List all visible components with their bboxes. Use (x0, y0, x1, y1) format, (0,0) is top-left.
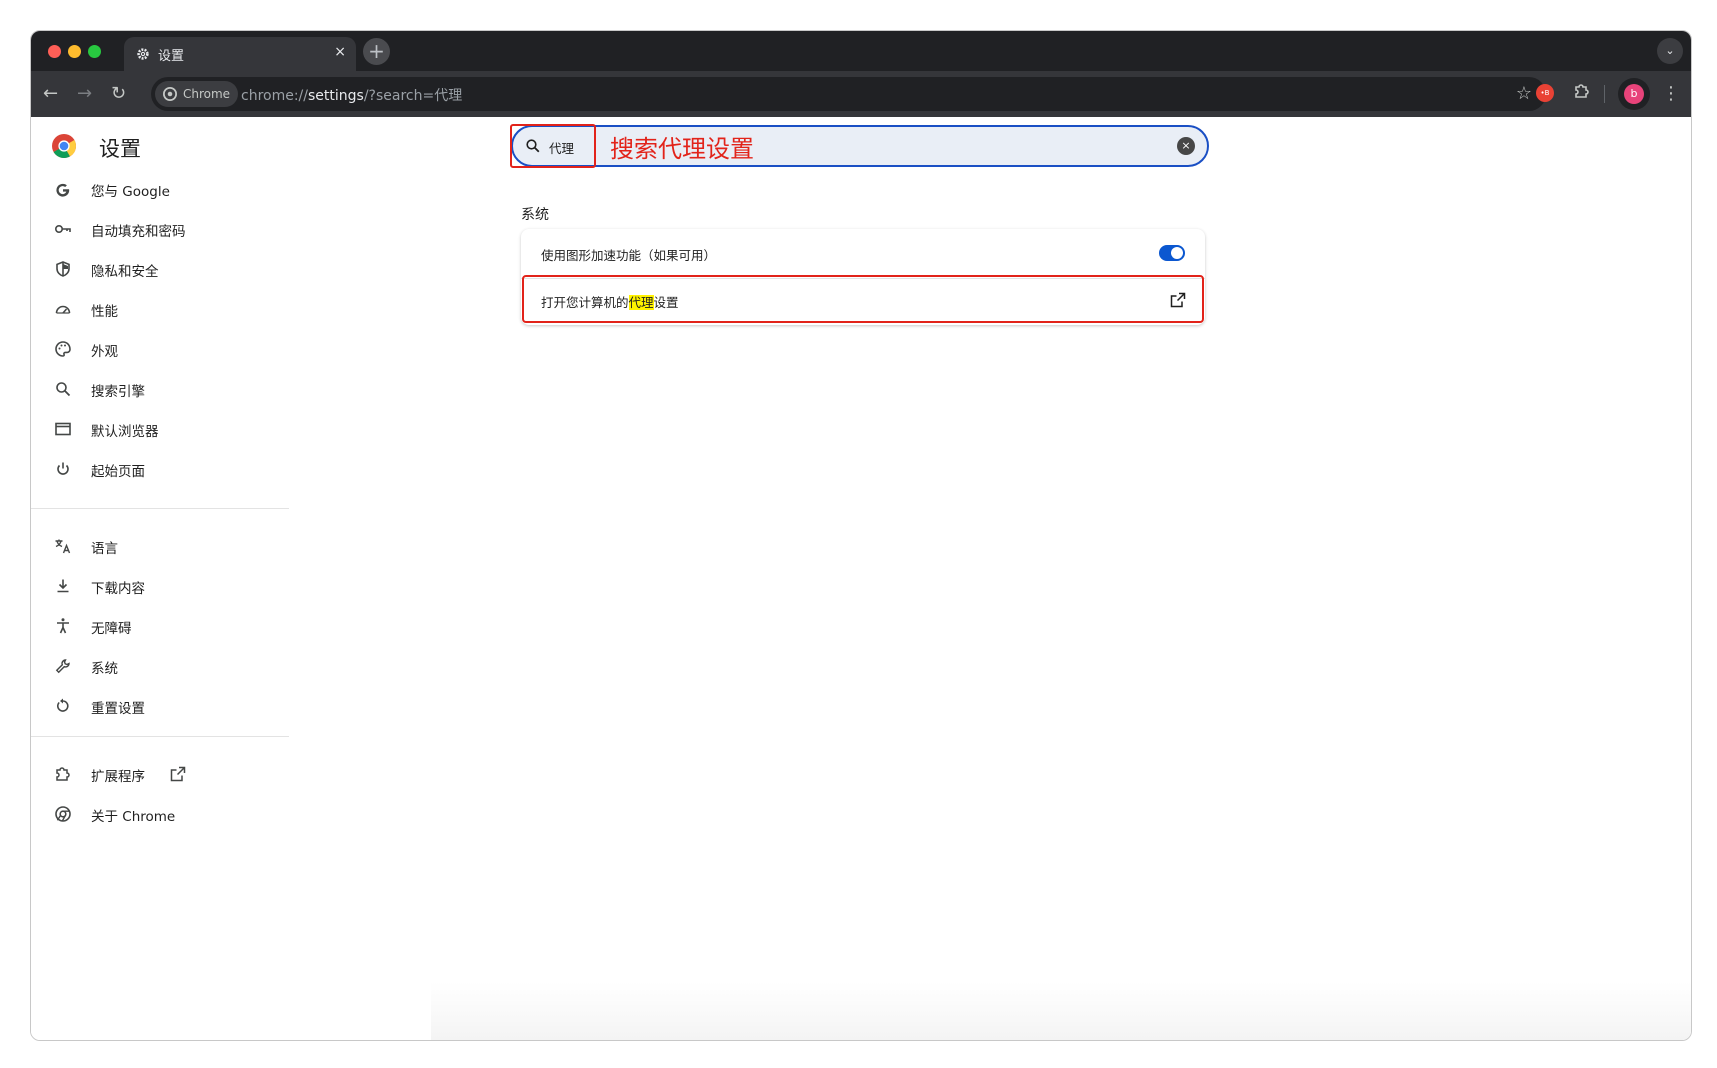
key-icon (54, 225, 71, 234)
wrench-icon (55, 659, 70, 674)
sidebar-item-label: 性能 (91, 304, 118, 320)
download-icon (57, 579, 69, 593)
puzzle-icon (56, 767, 70, 781)
more-menu-icon[interactable]: ⋮ (1662, 83, 1680, 104)
bookmark-star-icon[interactable]: ☆ (1516, 83, 1532, 104)
annotation-box-proxy (522, 275, 1204, 323)
sidebar-item-accessibility[interactable]: 无障碍 (31, 607, 291, 645)
sidebar-item-label: 默认浏览器 (91, 424, 159, 440)
sidebar-item-label: 您与 Google (91, 184, 170, 200)
sidebar-divider (31, 736, 289, 737)
tab-close-icon[interactable]: × (334, 44, 346, 60)
sidebar-item-label: 无障碍 (91, 621, 132, 637)
url-host: settings (308, 88, 364, 104)
sidebar-item-extensions[interactable]: 扩展程序 (31, 755, 291, 793)
sidebar-item-about-chrome[interactable]: 关于 Chrome (31, 795, 291, 833)
sidebar-item-startup[interactable]: 起始页面 (31, 450, 291, 488)
section-title-system: 系统 (521, 207, 549, 223)
tab-search-button[interactable]: ⌄ (1657, 38, 1683, 64)
sidebar-item-label: 外观 (91, 344, 118, 360)
url-prefix: chrome:// (241, 88, 308, 104)
toolbar-separator (1604, 85, 1605, 103)
sidebar-item-languages[interactable]: 语言 (31, 527, 291, 565)
address-bar[interactable]: Chrome chrome://settings/?search=代理 ☆ (151, 77, 1546, 111)
chrome-icon (55, 806, 71, 822)
browser-window-icon (55, 422, 71, 436)
sidebar-item-label: 起始页面 (91, 464, 145, 480)
forward-button[interactable]: → (77, 83, 92, 104)
speedometer-icon (55, 305, 71, 314)
sidebar-item-you-and-google[interactable]: 您与 Google (31, 170, 291, 208)
google-icon (56, 183, 70, 197)
annotation-text: 搜索代理设置 (610, 135, 754, 163)
sidebar-item-label: 自动填充和密码 (91, 224, 186, 240)
sidebar-item-system[interactable]: 系统 (31, 647, 291, 685)
sidebar-item-search-engine[interactable]: 搜索引擎 (31, 370, 291, 408)
tab-bar: 设置 × + ⌄ (31, 31, 1691, 71)
accessibility-icon (57, 618, 69, 634)
chrome-logo-icon (52, 134, 77, 159)
chip-label: Chrome (183, 87, 231, 101)
chrome-icon (163, 87, 177, 101)
sidebar-divider (31, 508, 289, 509)
sidebar-item-downloads[interactable]: 下载内容 (31, 567, 291, 605)
shield-icon (56, 261, 70, 277)
back-button[interactable]: ← (43, 83, 58, 104)
profile-button[interactable]: b (1618, 78, 1650, 110)
sidebar-item-default-browser[interactable]: 默认浏览器 (31, 410, 291, 448)
clear-search-icon[interactable]: × (1177, 137, 1195, 155)
url-text: chrome://settings/?search=代理 (241, 85, 462, 105)
sidebar-item-performance[interactable]: 性能 (31, 290, 291, 328)
graphics-acceleration-label: 使用图形加速功能（如果可用） (541, 248, 717, 263)
page-title: 设置 (99, 137, 141, 161)
translate-icon (55, 539, 71, 554)
site-info-chip[interactable]: Chrome (155, 81, 239, 107)
sidebar-item-label: 语言 (91, 541, 118, 557)
sidebar-item-label: 扩展程序 (91, 769, 145, 785)
browser-window: 设置 × + ⌄ ← → ↻ Chrome chrome://settings/… (30, 30, 1692, 1041)
tab-settings[interactable]: 设置 × (124, 37, 356, 71)
sidebar-item-label: 系统 (91, 661, 118, 677)
url-suffix: /?search=代理 (363, 88, 463, 104)
minimize-window-button[interactable] (68, 45, 81, 58)
sidebar-item-privacy[interactable]: 隐私和安全 (31, 250, 291, 288)
reload-button[interactable]: ↻ (111, 83, 126, 104)
sidebar-item-reset[interactable]: 重置设置 (31, 687, 291, 725)
external-link-icon (170, 766, 186, 782)
sidebar-item-label: 关于 Chrome (91, 809, 176, 825)
sidebar-item-label: 重置设置 (91, 701, 145, 717)
settings-page: 设置 您与 Google 自动填充和密码 隐私和安全 性能 外观 搜索引擎 默认… (31, 117, 1691, 1040)
tab-title: 设置 (158, 49, 185, 64)
sidebar-item-label: 搜索引擎 (91, 384, 145, 400)
sidebar-item-appearance[interactable]: 外观 (31, 330, 291, 368)
extension-icon[interactable]: •B (1536, 84, 1554, 102)
sidebar-item-autofill[interactable]: 自动填充和密码 (31, 210, 291, 248)
new-tab-button[interactable]: + (363, 38, 390, 65)
power-icon (57, 462, 69, 475)
close-window-button[interactable] (48, 45, 61, 58)
palette-icon (55, 341, 71, 357)
sidebar-item-label: 下载内容 (91, 581, 145, 597)
reset-icon (56, 698, 69, 712)
sidebar-item-label: 隐私和安全 (91, 264, 159, 280)
avatar: b (1624, 84, 1644, 104)
graphics-acceleration-toggle[interactable] (1159, 245, 1185, 261)
annotation-box-search (510, 124, 596, 168)
search-icon (56, 382, 71, 397)
gear-icon (137, 48, 149, 60)
browser-toolbar: ← → ↻ Chrome chrome://settings/?search=代… (31, 71, 1691, 117)
maximize-window-button[interactable] (88, 45, 101, 58)
extensions-puzzle-icon[interactable] (1572, 81, 1592, 101)
bottom-shadow (431, 982, 1691, 1040)
